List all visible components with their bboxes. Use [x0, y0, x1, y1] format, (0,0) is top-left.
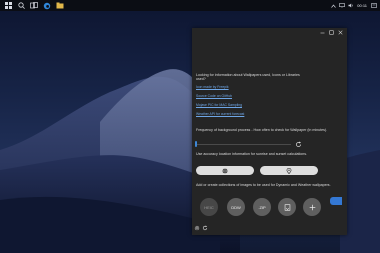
plus-icon [309, 204, 315, 210]
heic-button[interactable]: HEIC [200, 198, 218, 216]
refresh-icon[interactable] [202, 225, 208, 231]
link-freepik[interactable]: Icon made by Freepik [196, 85, 229, 89]
accuracy-label: Use accuracy location information for su… [196, 152, 308, 156]
chevron-up-icon[interactable] [331, 1, 337, 10]
link-source-code[interactable]: Source Code on GitHub [196, 94, 232, 98]
taskbar-clock[interactable]: 00:11 [357, 3, 367, 8]
link-mojave-pic[interactable]: Mojave PIC for MAC Sampling [196, 103, 242, 107]
explorer-icon[interactable] [55, 1, 65, 10]
folder-add-icon [284, 203, 290, 211]
window-controls [318, 29, 345, 35]
intro-text: Looking for information about Wallpapers… [196, 73, 300, 82]
volume-icon[interactable] [348, 1, 354, 10]
accent-tab[interactable] [330, 197, 342, 205]
globe-location-button[interactable] [196, 166, 254, 175]
collections-label: Add or create collections of images to b… [196, 183, 331, 187]
frequency-slider-thumb[interactable] [195, 141, 197, 147]
folder-add-button[interactable] [278, 198, 296, 216]
link-weather-api[interactable]: Weather API for current forecast [196, 112, 244, 116]
taskbar: 00:11 [0, 0, 380, 11]
refresh-icon[interactable] [295, 141, 302, 148]
maximize-icon[interactable] [327, 29, 336, 35]
minimize-icon[interactable] [318, 29, 327, 35]
search-icon[interactable] [16, 1, 26, 10]
frequency-label: Frequency of background process - How of… [196, 128, 328, 132]
globe-icon [222, 167, 228, 174]
ddw-button[interactable]: DDW [227, 198, 245, 216]
task-view-icon[interactable] [29, 1, 39, 10]
notification-icon[interactable] [371, 1, 377, 10]
network-icon[interactable] [339, 1, 346, 10]
location-pin-icon [286, 167, 292, 174]
settings-icon[interactable] [194, 225, 200, 231]
edge-icon[interactable] [42, 1, 52, 10]
add-collection-button[interactable] [303, 198, 321, 216]
zip-button[interactable]: .ZIP [253, 198, 271, 216]
start-icon[interactable] [3, 1, 13, 10]
close-icon[interactable] [336, 29, 345, 35]
pin-location-button[interactable] [260, 166, 318, 175]
settings-panel: Looking for information about Wallpapers… [192, 28, 347, 235]
frequency-slider-track[interactable] [196, 144, 291, 145]
